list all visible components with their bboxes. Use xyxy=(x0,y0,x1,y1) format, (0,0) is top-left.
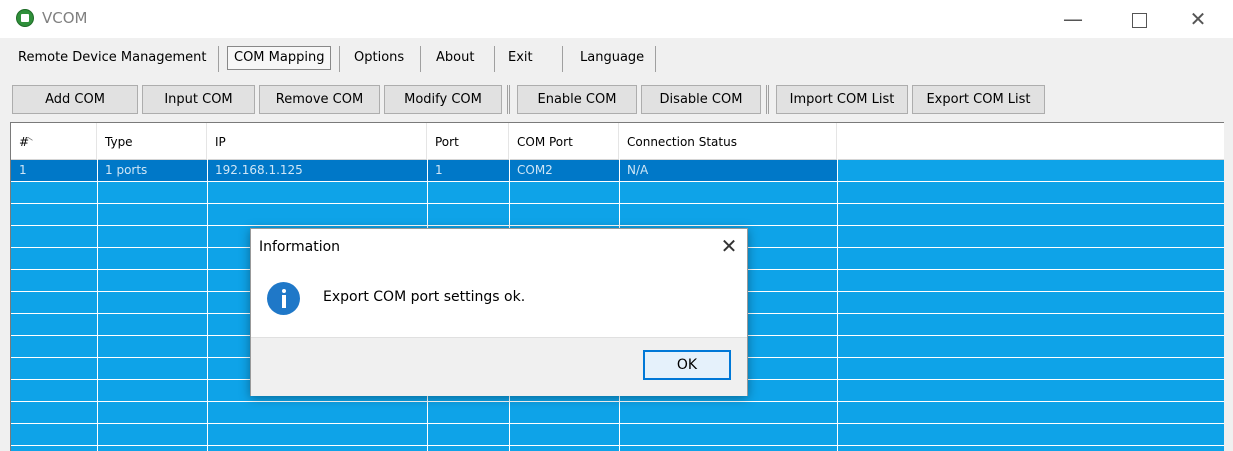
toolbar-separator xyxy=(766,85,769,114)
column-header-connection-status[interactable]: Connection Status xyxy=(619,123,837,159)
ok-button[interactable]: OK xyxy=(643,350,731,380)
column-divider xyxy=(97,159,98,451)
info-icon xyxy=(267,282,300,315)
column-divider xyxy=(837,159,838,451)
export-com-list-button[interactable]: Export COM List xyxy=(912,85,1045,114)
menu-options[interactable]: Options xyxy=(348,46,410,70)
menu-remote-device-management[interactable]: Remote Device Management xyxy=(12,46,213,70)
menu-separator xyxy=(339,46,340,72)
toolbar-separator xyxy=(507,85,510,114)
menu-separator xyxy=(420,46,421,72)
menu-language[interactable]: Language xyxy=(574,46,650,70)
toolbar: Add COM Input COM Remove COM Modify COM … xyxy=(0,82,1233,116)
import-com-list-button[interactable]: Import COM List xyxy=(776,85,908,114)
menu-separator xyxy=(562,46,563,72)
disable-com-button[interactable]: Disable COM xyxy=(641,85,761,114)
window-title: VCOM xyxy=(42,9,88,27)
column-header-type[interactable]: Type xyxy=(97,123,207,159)
menu-separator xyxy=(655,46,656,72)
dialog-close-icon[interactable]: ✕ xyxy=(717,233,741,259)
column-divider xyxy=(207,159,208,451)
table-row[interactable]: 1 1 ports 192.168.1.125 1 COM2 N/A xyxy=(11,160,1224,182)
column-header-number[interactable]: ︿ # xyxy=(11,123,97,159)
cell-port: 1 xyxy=(435,163,443,177)
menu-separator xyxy=(218,46,219,72)
menu-separator xyxy=(494,46,495,72)
menu-exit[interactable]: Exit xyxy=(502,46,539,70)
cell-ip: 192.168.1.125 xyxy=(215,163,303,177)
menu-bar: Remote Device Management COM Mapping Opt… xyxy=(0,40,1233,74)
minimize-icon[interactable]: — xyxy=(1050,2,1096,36)
dialog-title: Information xyxy=(259,239,341,255)
table-row-empty[interactable] xyxy=(11,182,1224,204)
cell-number: 1 xyxy=(19,163,27,177)
add-com-button[interactable]: Add COM xyxy=(12,85,138,114)
sort-ascending-icon: ︿ xyxy=(23,132,33,143)
input-com-button[interactable]: Input COM xyxy=(142,85,255,114)
table-header: ︿ # Type IP Port COM Port Connection Sta… xyxy=(11,123,1224,160)
app-logo-icon xyxy=(16,9,34,27)
modify-com-button[interactable]: Modify COM xyxy=(384,85,502,114)
cell-connection-status: N/A xyxy=(627,163,649,177)
title-bar: VCOM — ✕ xyxy=(0,0,1233,38)
table-row-empty[interactable] xyxy=(11,402,1224,424)
maximize-icon[interactable] xyxy=(1116,2,1162,36)
cell-type: 1 ports xyxy=(105,163,148,177)
information-dialog: Information ✕ Export COM port settings o… xyxy=(250,228,748,396)
close-icon[interactable]: ✕ xyxy=(1175,2,1221,36)
menu-com-mapping[interactable]: COM Mapping xyxy=(227,46,332,70)
cell-com-port: COM2 xyxy=(517,163,553,177)
column-header-com-port[interactable]: COM Port xyxy=(509,123,619,159)
dialog-footer: OK xyxy=(251,337,747,396)
dialog-message: Export COM port settings ok. xyxy=(323,289,526,305)
table-row-empty[interactable] xyxy=(11,204,1224,226)
column-header-port[interactable]: Port xyxy=(427,123,509,159)
remove-com-button[interactable]: Remove COM xyxy=(259,85,380,114)
menu-about[interactable]: About xyxy=(430,46,480,70)
table-row-empty[interactable] xyxy=(11,424,1224,446)
enable-com-button[interactable]: Enable COM xyxy=(517,85,637,114)
column-header-ip[interactable]: IP xyxy=(207,123,427,159)
